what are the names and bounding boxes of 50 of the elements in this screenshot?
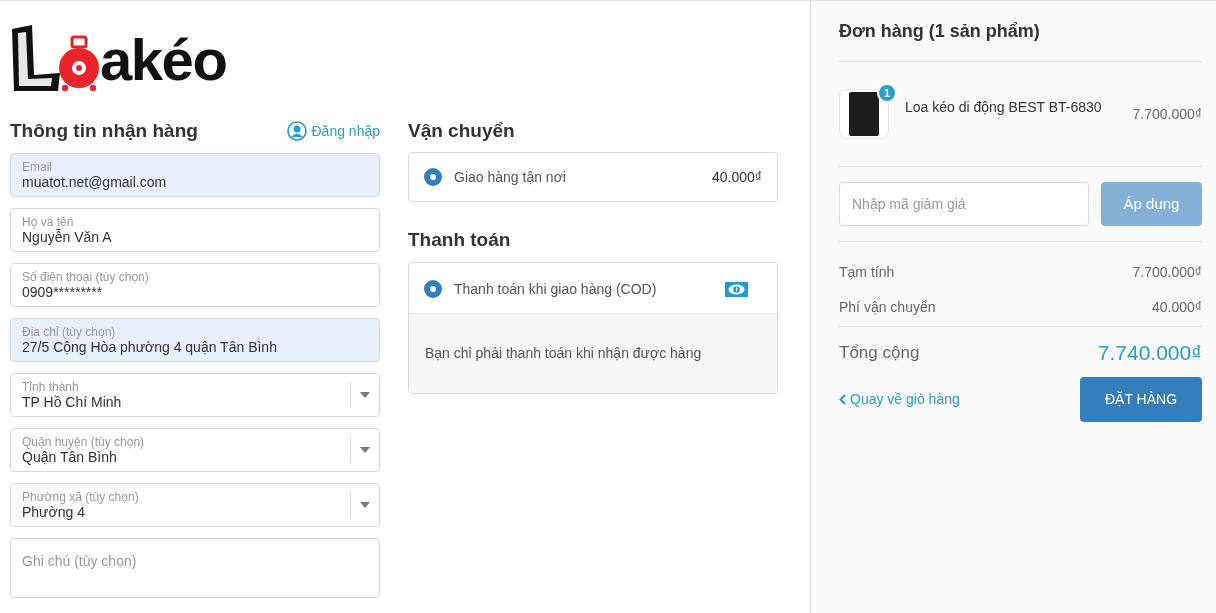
field-label: Địa chỉ (tùy chọn): [22, 324, 117, 339]
total-amount: 7.740.000₫: [1097, 340, 1202, 367]
dropdown-field[interactable]: Quận huyện (tùy chọn) Quận Tân Bình: [10, 428, 380, 472]
field-value: Nguyễn Văn A: [22, 228, 113, 246]
shipping-price: 40.000₫: [712, 167, 762, 187]
product-photo-placeholder: [849, 92, 879, 136]
logo-text: akéo: [100, 31, 227, 89]
field-value: Phường 4: [22, 503, 86, 521]
input-field[interactable]: Email muatot.net@gmail.com: [10, 153, 380, 197]
field-label: Email: [22, 159, 53, 174]
dropdown-field[interactable]: Tỉnh thành TP Hồ Chí Minh: [10, 373, 380, 417]
summary-value: 7.700.000₫: [1132, 263, 1202, 282]
dropdown-arrow-icon: [360, 392, 370, 398]
field-label: Phường xã (tùy chọn): [22, 489, 140, 504]
product-price: 7.700.000₫: [1132, 105, 1202, 124]
field-value: 27/5 Cộng Hòa phường 4 quận Tân Bình: [22, 338, 278, 356]
field-label: Tỉnh thành: [22, 379, 80, 394]
field-label: Quận huyện (tùy chọn): [22, 434, 146, 449]
input-field[interactable]: Địa chỉ (tùy chọn) 27/5 Cộng Hòa phường 4 quận Tân Bình: [10, 318, 380, 362]
product-name: Loa kéo di động BEST BT-6830: [905, 98, 1103, 117]
dropdown-arrow-icon: [360, 502, 370, 508]
summary-label: Phí vận chuyển: [839, 298, 936, 317]
section-title: Thông tin nhận hàng: [10, 118, 198, 143]
field-label: Số điện thoại (tùy chọn): [22, 269, 150, 284]
banknote-icon: [725, 281, 748, 297]
payment-note: Bạn chỉ phải thanh toán khi nhận được hàng: [425, 344, 702, 363]
notes-field[interactable]: Ghi chú (tùy chọn): [10, 538, 380, 598]
field-value: TP Hồ Chí Minh: [22, 393, 123, 411]
place-order-button[interactable]: ĐẶT HÀNG: [1080, 377, 1202, 422]
summary-label: Tạm tính: [839, 263, 895, 282]
field-label: Họ và tên: [22, 214, 75, 229]
order-title: Đơn hàng (1 sản phẩm): [839, 1, 1202, 62]
field-value: muatot.net@gmail.com: [22, 173, 168, 191]
field-value: 0909*********: [22, 283, 103, 301]
chevron-left-icon: [839, 394, 846, 405]
input-field[interactable]: Họ và tên Nguyễn Văn A: [10, 208, 380, 252]
user-icon: [287, 121, 308, 141]
radio-button[interactable]: [424, 168, 442, 186]
dropdown-arrow-icon: [360, 447, 370, 453]
section-title: Thanh toán: [408, 227, 512, 252]
input-field[interactable]: Số điện thoại (tùy chọn) 0909*********: [10, 263, 380, 307]
summary-value: 40.000₫: [1152, 298, 1202, 317]
total-label: Tổng cộng: [839, 342, 920, 365]
shipping-option-label: Giao hàng tận nơi: [454, 167, 567, 187]
quantity-badge: 1: [877, 83, 897, 103]
dropdown-field[interactable]: Phường xã (tùy chọn) Phường 4: [10, 483, 380, 527]
radio-button[interactable]: [424, 280, 442, 298]
field-value: Quận Tân Bình: [22, 448, 117, 466]
section-title: Vận chuyển: [408, 118, 516, 143]
payment-option-label: Thanh toán khi giao hàng (COD): [454, 279, 658, 299]
